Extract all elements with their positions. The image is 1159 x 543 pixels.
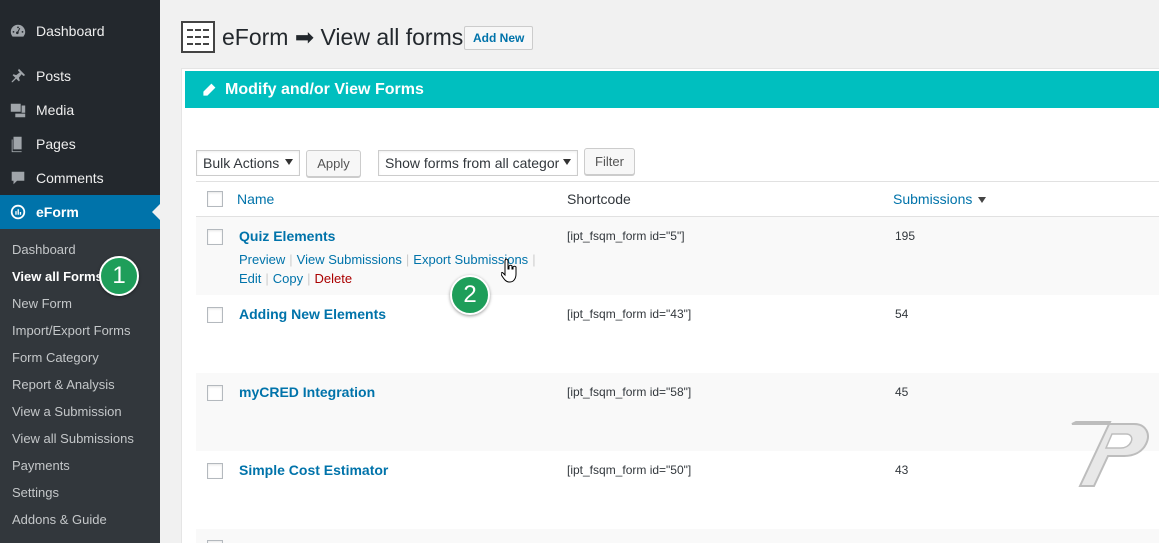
menu-label: eForm — [36, 204, 79, 220]
row-actions-secondary: Edit | Copy | Delete — [239, 271, 353, 286]
form-name-link[interactable]: Simple Cost Estimator — [239, 462, 388, 478]
media-icon — [0, 101, 36, 119]
active-arrow — [152, 204, 160, 220]
table-row: Quiz Elements [ipt_fsqm_form id="5"] 195… — [196, 217, 1159, 295]
submenu-new-form[interactable]: New Form — [12, 290, 72, 317]
table-row: myCRED Integration [ipt_fsqm_form id="58… — [196, 373, 1159, 451]
menu-media[interactable]: Media — [0, 93, 160, 127]
chevron-down-icon — [285, 159, 293, 165]
form-submissions-count: 195 — [895, 229, 916, 243]
delete-link[interactable]: Delete — [315, 271, 353, 286]
column-submissions-label: Submissions — [893, 191, 973, 207]
chevron-down-icon — [563, 159, 571, 165]
table-row: Simple Cost Estimator [ipt_fsqm_form id=… — [196, 451, 1159, 529]
form-shortcode: [ipt_fsqm_form id="5"] — [567, 229, 685, 243]
submenu-report-analysis[interactable]: Report & Analysis — [12, 371, 115, 398]
form-shortcode: [ipt_fsqm_form id="43"] — [567, 307, 692, 321]
add-new-button[interactable]: Add New — [464, 26, 534, 50]
menu-posts[interactable]: Posts — [0, 59, 160, 93]
menu-label: Dashboard — [36, 23, 105, 39]
panel-title: Modify and/or View Forms — [225, 80, 424, 98]
copy-link[interactable]: Copy — [273, 271, 303, 286]
pencil-icon — [201, 82, 217, 98]
form-submissions-count: 43 — [895, 463, 909, 477]
menu-eform[interactable]: eForm — [0, 195, 160, 229]
pages-icon — [0, 135, 36, 153]
view-submissions-link[interactable]: View Submissions — [297, 252, 402, 267]
submenu-view-all-submissions[interactable]: View all Submissions — [12, 425, 134, 452]
submenu-view-submission[interactable]: View a Submission — [12, 398, 122, 425]
menu-label: Pages — [36, 136, 76, 152]
submenu-import-export[interactable]: Import/Export Forms — [12, 317, 130, 344]
row-actions-primary: Preview | View Submissions | Export Submissi… — [239, 252, 536, 267]
comments-icon — [0, 169, 36, 187]
row-checkbox[interactable] — [207, 463, 223, 479]
form-shortcode: [ipt_fsqm_form id="50"] — [567, 463, 692, 477]
form-name-link[interactable]: Quiz Elements — [239, 228, 335, 244]
preview-link[interactable]: Preview — [239, 252, 285, 267]
table-row: Adding New Elements [ipt_fsqm_form id="4… — [196, 295, 1159, 373]
menu-pages[interactable]: Pages — [0, 127, 160, 161]
page-title: eForm ➡ View all forms — [222, 24, 464, 50]
hand-cursor-icon — [501, 258, 517, 283]
bulk-actions-value: Bulk Actions — [203, 155, 280, 171]
submenu-dashboard[interactable]: Dashboard — [12, 236, 76, 263]
eform-icon — [0, 203, 36, 221]
submenu-settings[interactable]: Settings — [12, 479, 59, 506]
watermark-logo-icon — [1071, 421, 1149, 487]
menu-label: Posts — [36, 68, 72, 84]
submenu-addons-guide[interactable]: Addons & Guide — [12, 506, 107, 533]
sort-down-icon — [978, 197, 987, 204]
apply-button[interactable]: Apply — [306, 150, 361, 177]
filter-button[interactable]: Filter — [584, 148, 635, 175]
column-submissions[interactable]: Submissions — [893, 191, 987, 207]
table-row — [196, 529, 1159, 543]
submenu-view-all-forms[interactable]: View all Forms — [12, 263, 103, 290]
form-submissions-count: 54 — [895, 307, 909, 321]
menu-label: Comments — [36, 170, 104, 186]
menu-comments[interactable]: Comments — [0, 161, 160, 195]
row-checkbox[interactable] — [207, 307, 223, 323]
form-name-link[interactable]: Adding New Elements — [239, 306, 386, 322]
step-badge-2: 2 — [450, 275, 490, 315]
table-header: Name Shortcode Submissions — [196, 181, 1159, 217]
select-all-checkbox[interactable] — [207, 191, 223, 207]
form-shortcode: [ipt_fsqm_form id="58"] — [567, 385, 692, 399]
row-checkbox[interactable] — [207, 385, 223, 401]
category-filter-select[interactable]: Show forms from all categories — [378, 150, 578, 176]
category-filter-value: Show forms from all categories — [385, 155, 559, 171]
submenu-form-category[interactable]: Form Category — [12, 344, 99, 371]
form-name-link[interactable]: myCRED Integration — [239, 384, 375, 400]
menu-label: Media — [36, 102, 75, 118]
panel-header: Modify and/or View Forms — [185, 71, 1159, 108]
dashboard-icon — [0, 22, 36, 40]
step-badge-1: 1 — [99, 256, 139, 296]
submenu-payments[interactable]: Payments — [12, 452, 70, 479]
form-submissions-count: 45 — [895, 385, 909, 399]
column-shortcode: Shortcode — [567, 191, 631, 207]
column-name[interactable]: Name — [237, 191, 274, 207]
eform-page-icon — [181, 21, 215, 53]
pin-icon — [0, 67, 36, 85]
bulk-actions-select[interactable]: Bulk Actions — [196, 150, 300, 176]
row-checkbox[interactable] — [207, 229, 223, 245]
menu-dashboard[interactable]: Dashboard — [0, 14, 160, 48]
edit-link[interactable]: Edit — [239, 271, 261, 286]
